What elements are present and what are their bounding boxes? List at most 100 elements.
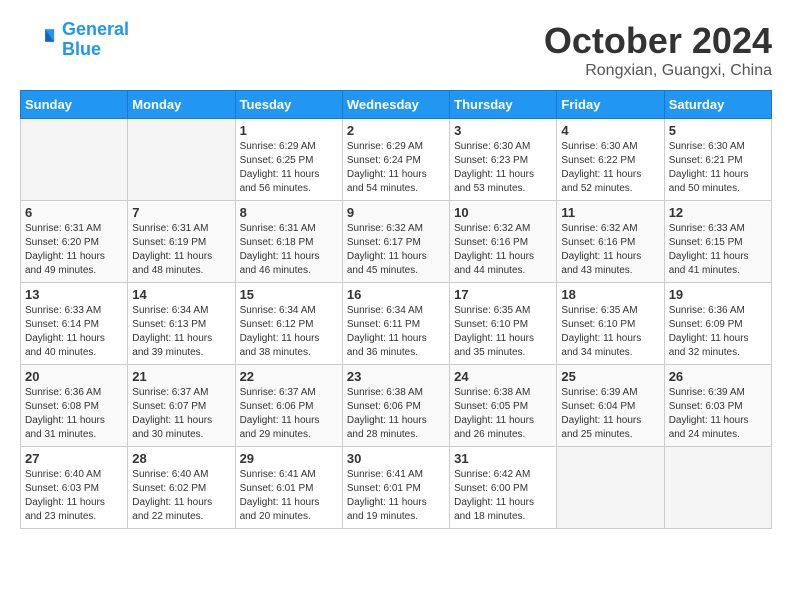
day-number: 28 — [132, 451, 230, 466]
day-number: 26 — [669, 369, 767, 384]
calendar-cell: 6 Sunrise: 6:31 AM Sunset: 6:20 PM Daylig… — [21, 201, 128, 283]
calendar-cell: 29 Sunrise: 6:41 AM Sunset: 6:01 PM Dayli… — [235, 447, 342, 529]
calendar-cell: 8 Sunrise: 6:31 AM Sunset: 6:18 PM Daylig… — [235, 201, 342, 283]
day-info: Sunrise: 6:42 AM Sunset: 6:00 PM Dayligh… — [454, 468, 552, 524]
weekday-header-wednesday: Wednesday — [342, 91, 449, 119]
day-number: 18 — [561, 287, 659, 302]
day-number: 12 — [669, 205, 767, 220]
day-info: Sunrise: 6:39 AM Sunset: 6:04 PM Dayligh… — [561, 386, 659, 442]
calendar-cell: 24 Sunrise: 6:38 AM Sunset: 6:05 PM Dayli… — [450, 365, 557, 447]
weekday-header-monday: Monday — [128, 91, 235, 119]
day-info: Sunrise: 6:33 AM Sunset: 6:14 PM Dayligh… — [25, 304, 123, 360]
day-number: 15 — [240, 287, 338, 302]
calendar-cell: 11 Sunrise: 6:32 AM Sunset: 6:16 PM Dayli… — [557, 201, 664, 283]
day-number: 2 — [347, 123, 445, 138]
day-info: Sunrise: 6:35 AM Sunset: 6:10 PM Dayligh… — [561, 304, 659, 360]
day-number: 1 — [240, 123, 338, 138]
day-info: Sunrise: 6:31 AM Sunset: 6:19 PM Dayligh… — [132, 222, 230, 278]
weekday-header-sunday: Sunday — [21, 91, 128, 119]
calendar-cell — [664, 447, 771, 529]
calendar-week-row: 27Sunrise: 6:40 AM Sunset: 6:03 PM Dayli… — [21, 447, 772, 529]
title-section: October 2024 Rongxian, Guangxi, China — [544, 20, 772, 80]
calendar-cell: 31 Sunrise: 6:42 AM Sunset: 6:00 PM Dayli… — [450, 447, 557, 529]
calendar-cell — [557, 447, 664, 529]
day-info: Sunrise: 6:41 AM Sunset: 6:01 PM Dayligh… — [240, 468, 338, 524]
day-info: Sunrise: 6:33 AM Sunset: 6:15 PM Dayligh… — [669, 222, 767, 278]
day-number: 14 — [132, 287, 230, 302]
calendar-cell — [128, 119, 235, 201]
day-number: 20 — [25, 369, 123, 384]
day-number: 16 — [347, 287, 445, 302]
day-number: 21 — [132, 369, 230, 384]
day-info: Sunrise: 6:36 AM Sunset: 6:09 PM Dayligh… — [669, 304, 767, 360]
calendar-week-row: 13 Sunrise: 6:33 AM Sunset: 6:14 PM Dayli… — [21, 283, 772, 365]
calendar-cell: 3Sunrise: 6:30 AM Sunset: 6:23 PM Daylig… — [450, 119, 557, 201]
logo: General Blue — [20, 20, 129, 60]
logo-text: General Blue — [62, 20, 129, 60]
calendar-week-row: 1 Sunrise: 6:29 AM Sunset: 6:25 PM Daylig… — [21, 119, 772, 201]
day-number: 6 — [25, 205, 123, 220]
day-number: 23 — [347, 369, 445, 384]
weekday-header-row: SundayMondayTuesdayWednesdayThursdayFrid… — [21, 91, 772, 119]
day-info: Sunrise: 6:36 AM Sunset: 6:08 PM Dayligh… — [25, 386, 123, 442]
day-info: Sunrise: 6:34 AM Sunset: 6:13 PM Dayligh… — [132, 304, 230, 360]
day-number: 31 — [454, 451, 552, 466]
weekday-header-tuesday: Tuesday — [235, 91, 342, 119]
calendar-cell: 12 Sunrise: 6:33 AM Sunset: 6:15 PM Dayli… — [664, 201, 771, 283]
calendar-cell: 23 Sunrise: 6:38 AM Sunset: 6:06 PM Dayli… — [342, 365, 449, 447]
day-number: 8 — [240, 205, 338, 220]
calendar-cell: 5 Sunrise: 6:30 AM Sunset: 6:21 PM Daylig… — [664, 119, 771, 201]
day-info: Sunrise: 6:39 AM Sunset: 6:03 PM Dayligh… — [669, 386, 767, 442]
day-number: 17 — [454, 287, 552, 302]
day-number: 7 — [132, 205, 230, 220]
day-number: 11 — [561, 205, 659, 220]
day-info: Sunrise: 6:30 AM Sunset: 6:22 PM Dayligh… — [561, 140, 659, 196]
day-info: Sunrise: 6:29 AM Sunset: 6:25 PM Dayligh… — [240, 140, 338, 196]
calendar-cell: 14 Sunrise: 6:34 AM Sunset: 6:13 PM Dayli… — [128, 283, 235, 365]
calendar-cell: 28 Sunrise: 6:40 AM Sunset: 6:02 PM Dayli… — [128, 447, 235, 529]
calendar-cell: 7 Sunrise: 6:31 AM Sunset: 6:19 PM Daylig… — [128, 201, 235, 283]
calendar-cell: 2Sunrise: 6:29 AM Sunset: 6:24 PM Daylig… — [342, 119, 449, 201]
day-info: Sunrise: 6:32 AM Sunset: 6:16 PM Dayligh… — [561, 222, 659, 278]
day-number: 22 — [240, 369, 338, 384]
day-info: Sunrise: 6:30 AM Sunset: 6:23 PM Dayligh… — [454, 140, 552, 196]
calendar-cell: 19 Sunrise: 6:36 AM Sunset: 6:09 PM Dayli… — [664, 283, 771, 365]
calendar-cell: 17Sunrise: 6:35 AM Sunset: 6:10 PM Dayli… — [450, 283, 557, 365]
day-number: 4 — [561, 123, 659, 138]
day-number: 9 — [347, 205, 445, 220]
day-number: 25 — [561, 369, 659, 384]
calendar-cell — [21, 119, 128, 201]
calendar-cell: 10Sunrise: 6:32 AM Sunset: 6:16 PM Dayli… — [450, 201, 557, 283]
weekday-header-friday: Friday — [557, 91, 664, 119]
calendar-cell: 4 Sunrise: 6:30 AM Sunset: 6:22 PM Daylig… — [557, 119, 664, 201]
day-info: Sunrise: 6:38 AM Sunset: 6:05 PM Dayligh… — [454, 386, 552, 442]
day-info: Sunrise: 6:31 AM Sunset: 6:18 PM Dayligh… — [240, 222, 338, 278]
day-info: Sunrise: 6:40 AM Sunset: 6:03 PM Dayligh… — [25, 468, 123, 524]
day-info: Sunrise: 6:38 AM Sunset: 6:06 PM Dayligh… — [347, 386, 445, 442]
calendar-cell: 26 Sunrise: 6:39 AM Sunset: 6:03 PM Dayli… — [664, 365, 771, 447]
day-info: Sunrise: 6:34 AM Sunset: 6:11 PM Dayligh… — [347, 304, 445, 360]
calendar-cell: 1 Sunrise: 6:29 AM Sunset: 6:25 PM Daylig… — [235, 119, 342, 201]
day-info: Sunrise: 6:31 AM Sunset: 6:20 PM Dayligh… — [25, 222, 123, 278]
day-info: Sunrise: 6:34 AM Sunset: 6:12 PM Dayligh… — [240, 304, 338, 360]
day-info: Sunrise: 6:41 AM Sunset: 6:01 PM Dayligh… — [347, 468, 445, 524]
day-number: 30 — [347, 451, 445, 466]
day-number: 13 — [25, 287, 123, 302]
day-info: Sunrise: 6:40 AM Sunset: 6:02 PM Dayligh… — [132, 468, 230, 524]
day-info: Sunrise: 6:37 AM Sunset: 6:06 PM Dayligh… — [240, 386, 338, 442]
day-number: 5 — [669, 123, 767, 138]
weekday-header-saturday: Saturday — [664, 91, 771, 119]
calendar-cell: 20 Sunrise: 6:36 AM Sunset: 6:08 PM Dayli… — [21, 365, 128, 447]
weekday-header-thursday: Thursday — [450, 91, 557, 119]
calendar-week-row: 20 Sunrise: 6:36 AM Sunset: 6:08 PM Dayli… — [21, 365, 772, 447]
day-info: Sunrise: 6:30 AM Sunset: 6:21 PM Dayligh… — [669, 140, 767, 196]
day-number: 24 — [454, 369, 552, 384]
calendar-cell: 22 Sunrise: 6:37 AM Sunset: 6:06 PM Dayli… — [235, 365, 342, 447]
day-number: 19 — [669, 287, 767, 302]
day-number: 29 — [240, 451, 338, 466]
day-info: Sunrise: 6:32 AM Sunset: 6:17 PM Dayligh… — [347, 222, 445, 278]
day-number: 10 — [454, 205, 552, 220]
calendar-cell: 16 Sunrise: 6:34 AM Sunset: 6:11 PM Dayli… — [342, 283, 449, 365]
calendar-cell: 30 Sunrise: 6:41 AM Sunset: 6:01 PM Dayli… — [342, 447, 449, 529]
location: Rongxian, Guangxi, China — [544, 62, 772, 80]
